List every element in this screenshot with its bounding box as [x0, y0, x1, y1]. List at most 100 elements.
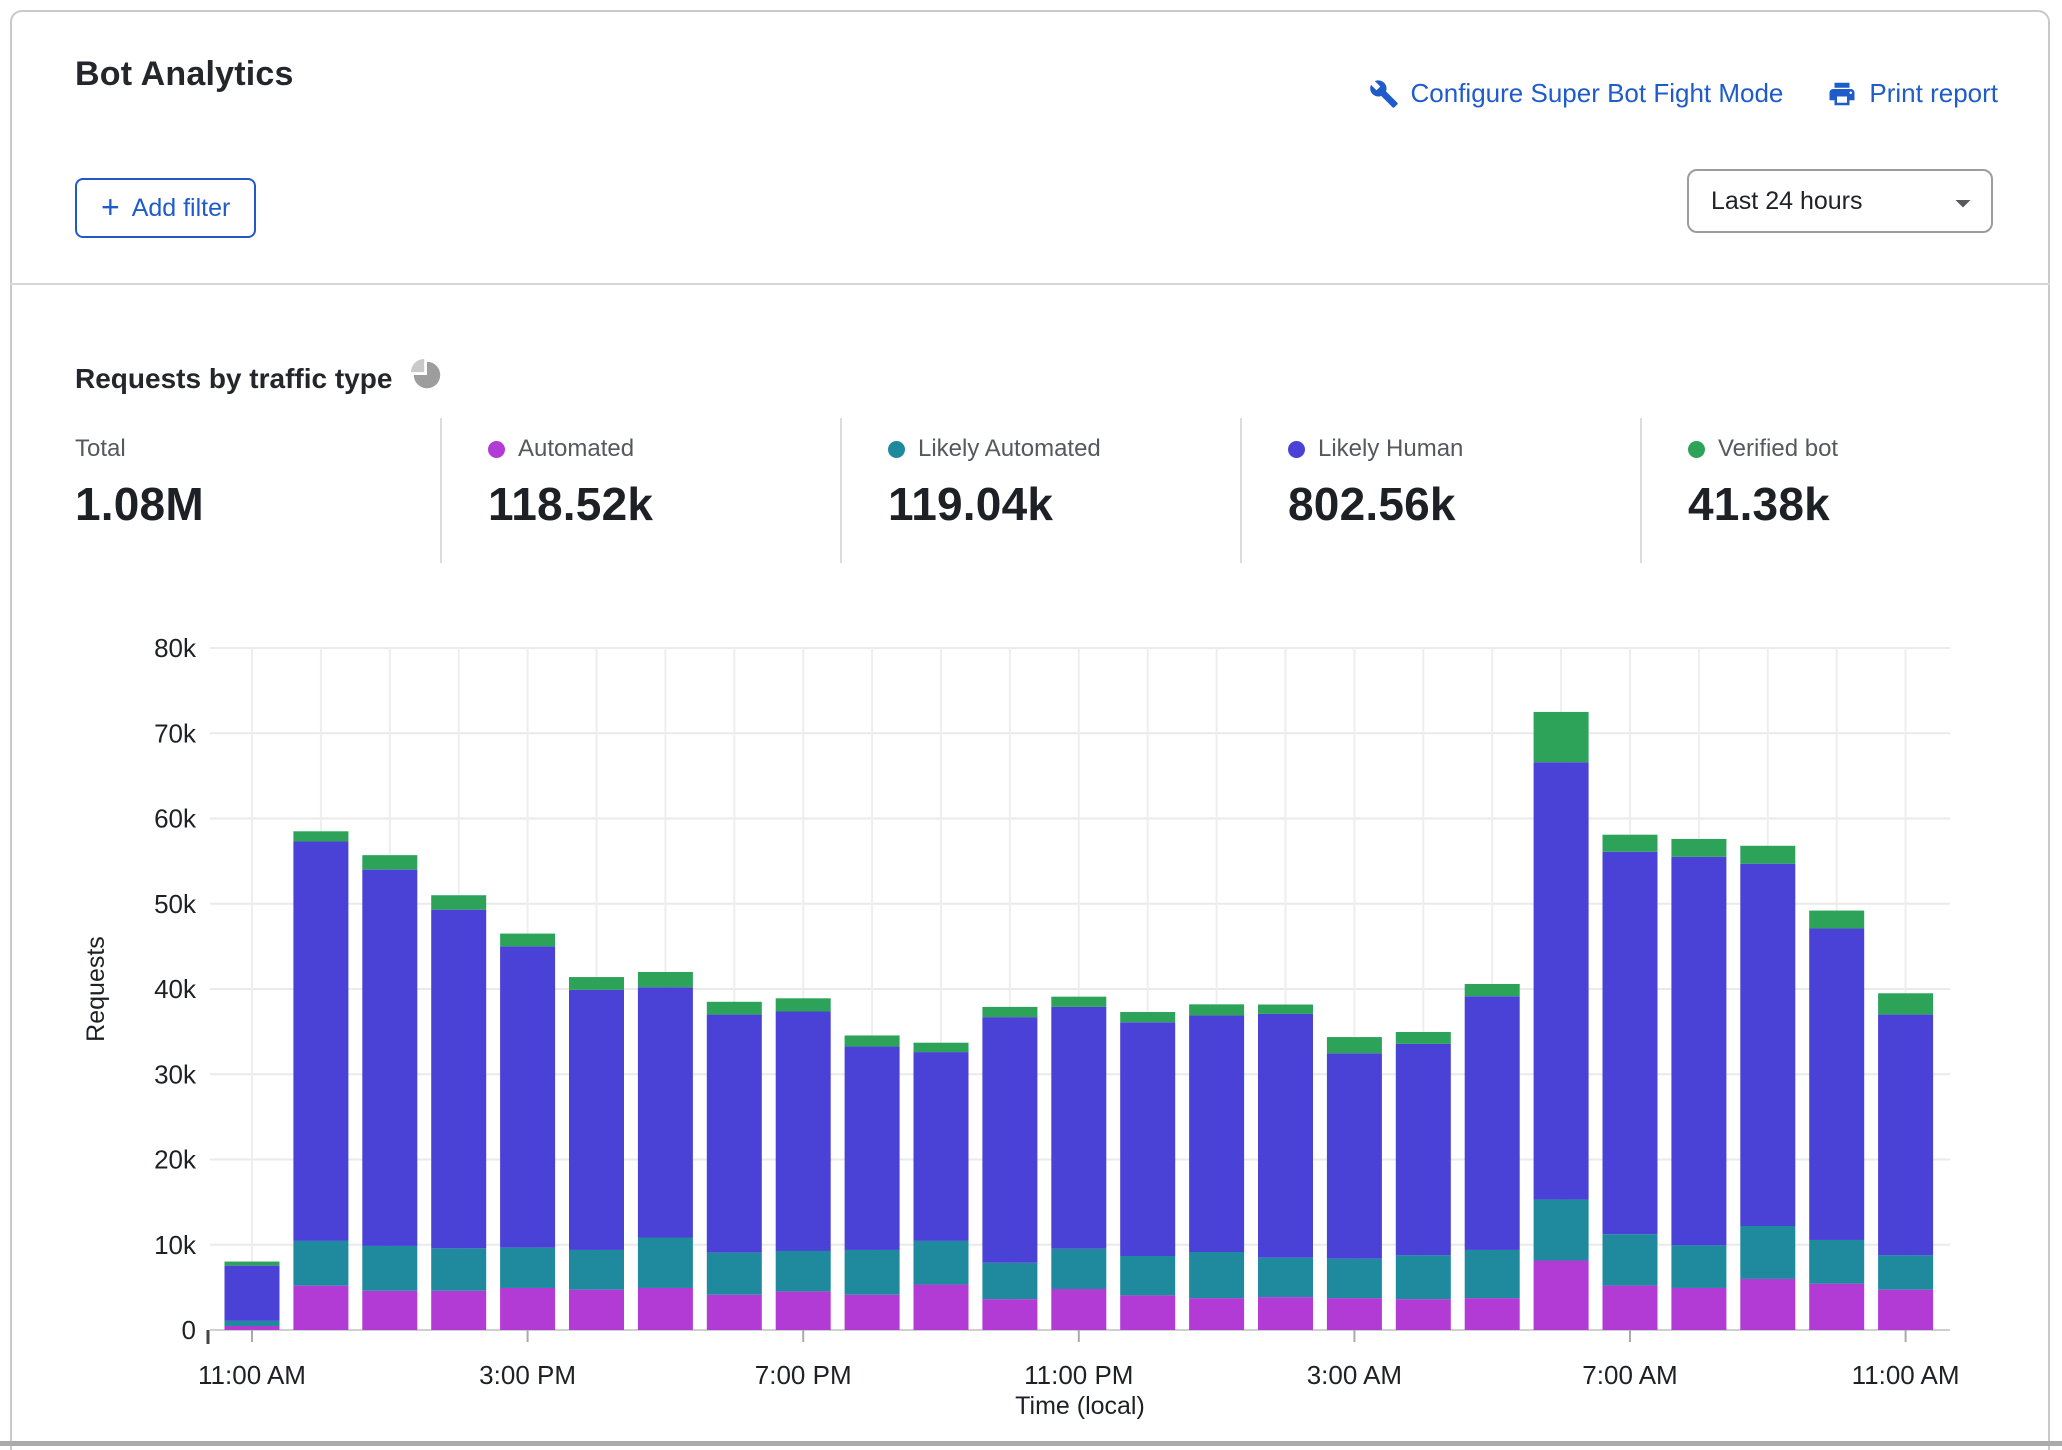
stat-divider [840, 418, 842, 563]
y-axis-title: Requests [82, 936, 110, 1042]
bar-segment-likely-automated [1465, 1250, 1520, 1298]
bar-segment-verified-bot [225, 1262, 280, 1266]
bar-segment-verified-bot [1740, 846, 1795, 864]
svg-text:7:00 PM: 7:00 PM [755, 1360, 852, 1390]
stat-label: Automated [518, 435, 634, 463]
bar-segment-automated [1189, 1298, 1244, 1330]
bar-segment-likely-automated [1740, 1226, 1795, 1279]
bar-segment-likely-human [1740, 864, 1795, 1226]
bar-segment-automated [1327, 1298, 1382, 1330]
bar-segment-automated [845, 1295, 900, 1330]
stat-total: Total 1.08M [75, 435, 204, 531]
bar-segment-automated [1671, 1288, 1726, 1330]
bar-segment-verified-bot [1809, 911, 1864, 929]
bar-segment-automated [1258, 1297, 1313, 1330]
configure-super-bot-fight-mode-link[interactable]: Configure Super Bot Fight Mode [1369, 78, 1784, 109]
bar-segment-verified-bot [1189, 1004, 1244, 1015]
stat-label: Verified bot [1718, 435, 1838, 463]
bar-segment-likely-automated [1396, 1255, 1451, 1299]
svg-text:30k: 30k [154, 1059, 197, 1089]
stat-label: Likely Human [1318, 435, 1463, 463]
bar-segment-likely-human [1051, 1007, 1106, 1249]
bar-segment-likely-human [1534, 762, 1589, 1199]
svg-text:7:00 AM: 7:00 AM [1582, 1360, 1677, 1390]
svg-text:60k: 60k [154, 804, 197, 834]
bar-segment-likely-automated [914, 1241, 969, 1285]
bar-segment-verified-bot [776, 998, 831, 1011]
svg-text:11:00 PM: 11:00 PM [1024, 1360, 1133, 1390]
bar-segment-likely-human [1327, 1053, 1382, 1258]
bar-segment-likely-human [845, 1047, 900, 1250]
bar-segment-automated [500, 1288, 555, 1330]
svg-text:40k: 40k [154, 974, 197, 1004]
bar-segment-automated [914, 1285, 969, 1330]
bar-segment-likely-human [1120, 1022, 1175, 1256]
bar-segment-verified-bot [1051, 997, 1106, 1007]
bar-segment-likely-human [500, 946, 555, 1247]
bar-segment-likely-automated [1189, 1252, 1244, 1298]
bar-segment-likely-human [982, 1017, 1037, 1263]
stat-likely-human: Likely Human802.56k [1288, 435, 1463, 531]
bar-segment-verified-bot [500, 934, 555, 947]
stat-divider [1640, 418, 1642, 563]
bar-segment-likely-human [776, 1012, 831, 1251]
bar-segment-likely-human [707, 1015, 762, 1253]
stat-value: 118.52k [488, 477, 653, 531]
section-title-label: Requests by traffic type [75, 363, 392, 395]
bar-segment-verified-bot [982, 1007, 1037, 1017]
bar-segment-automated [293, 1286, 348, 1330]
bar-segment-verified-bot [1878, 993, 1933, 1014]
bar-segment-likely-automated [1878, 1255, 1933, 1289]
bar-segment-likely-automated [500, 1248, 555, 1288]
bar-segment-verified-bot [1327, 1037, 1382, 1053]
plus-icon: + [101, 191, 120, 223]
bar-segment-likely-automated [1809, 1240, 1864, 1284]
bar-segment-verified-bot [293, 831, 348, 841]
bar-segment-likely-human [1603, 852, 1658, 1234]
bar-segment-likely-human [1671, 857, 1726, 1245]
time-range-value: Last 24 hours [1711, 187, 1863, 216]
wrench-icon [1369, 79, 1399, 109]
bar-segment-automated [1465, 1298, 1520, 1330]
stat-value: 1.08M [75, 477, 204, 531]
bar-segment-automated [569, 1290, 624, 1330]
card-bottom-divider [0, 1441, 2062, 1446]
bar-segment-likely-automated [225, 1321, 280, 1326]
bar-segment-likely-automated [1603, 1234, 1658, 1285]
bar-segment-automated [982, 1299, 1037, 1330]
bar-segment-likely-human [293, 842, 348, 1241]
bar-segment-likely-automated [1534, 1200, 1589, 1261]
stat-automated: Automated 118.52k [488, 435, 653, 531]
bar-segment-likely-human [431, 910, 486, 1249]
bar-segment-likely-automated [1327, 1259, 1382, 1298]
bar-segment-automated [1396, 1299, 1451, 1330]
legend-dot-icon-likely-automated [888, 441, 905, 458]
bar-segment-likely-human [225, 1266, 280, 1321]
stat-value: 41.38k [1688, 477, 1838, 531]
svg-text:11:00 AM: 11:00 AM [1852, 1360, 1960, 1390]
bar-segment-automated [1809, 1284, 1864, 1330]
pie-chart-icon [410, 358, 444, 399]
bar-segment-likely-human [362, 870, 417, 1246]
print-report-link[interactable]: Print report [1827, 78, 1998, 109]
printer-icon [1827, 79, 1857, 109]
bar-segment-likely-automated [1051, 1249, 1106, 1289]
bar-segment-likely-automated [431, 1248, 486, 1290]
bar-segment-likely-automated [1671, 1245, 1726, 1288]
x-axis-labels: 11:00 AM3:00 PM7:00 PM11:00 PM3:00 AM7:0… [198, 1360, 1960, 1390]
bar-segment-automated [1878, 1290, 1933, 1330]
bar-segment-likely-automated [982, 1263, 1037, 1299]
bar-segment-automated [362, 1291, 417, 1330]
bar-segment-likely-human [1396, 1044, 1451, 1255]
add-filter-button[interactable]: + Add filter [75, 178, 256, 238]
bar-segment-likely-human [569, 990, 624, 1250]
stat-label: Total [75, 435, 126, 463]
legend-dot-icon-automated [488, 441, 505, 458]
bar-segment-verified-bot [914, 1043, 969, 1052]
time-range-select[interactable]: Last 24 hours [1687, 169, 1993, 233]
bar-segment-likely-automated [569, 1250, 624, 1290]
bar-segment-verified-bot [569, 977, 624, 990]
bar-segment-automated [707, 1295, 762, 1330]
svg-text:10k: 10k [154, 1230, 197, 1260]
bar-segment-likely-human [1809, 928, 1864, 1240]
